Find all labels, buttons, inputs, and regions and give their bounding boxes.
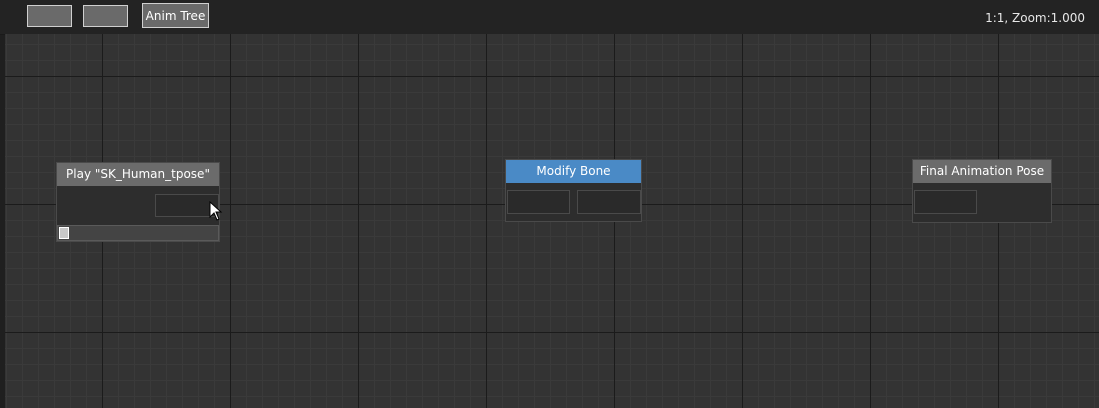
anim-tree-button[interactable]: Anim Tree [142, 3, 209, 28]
play-timeline-slider[interactable] [57, 225, 219, 241]
modify-bone-title: Modify Bone [506, 160, 641, 183]
play-node-title: Play "SK_Human_tpose" [57, 163, 219, 186]
final-pose-title: Final Animation Pose [913, 160, 1051, 183]
zoom-status: 1:1, Zoom:1.000 [985, 11, 1085, 25]
editor-window: Anim Tree 1:1, Zoom:1.000 Play "SK_Human… [0, 0, 1099, 408]
modify-bone-input-slot[interactable] [507, 190, 570, 214]
final-animation-pose-node[interactable]: Final Animation Pose [912, 159, 1052, 223]
toolbar-button-2[interactable] [83, 5, 128, 27]
final-pose-input-slot[interactable] [914, 190, 977, 214]
toolbar-button-1[interactable] [27, 5, 72, 27]
modify-bone-output-slot[interactable] [577, 190, 641, 214]
graph-canvas[interactable]: Play "SK_Human_tpose" Modify Bone Final … [5, 34, 1099, 408]
play-timeline-handle[interactable] [59, 227, 69, 239]
toolbar: Anim Tree 1:1, Zoom:1.000 [0, 0, 1099, 35]
modify-bone-node[interactable]: Modify Bone [505, 159, 642, 222]
play-animation-node[interactable]: Play "SK_Human_tpose" [56, 162, 220, 242]
mouse-pointer-icon [209, 201, 223, 221]
